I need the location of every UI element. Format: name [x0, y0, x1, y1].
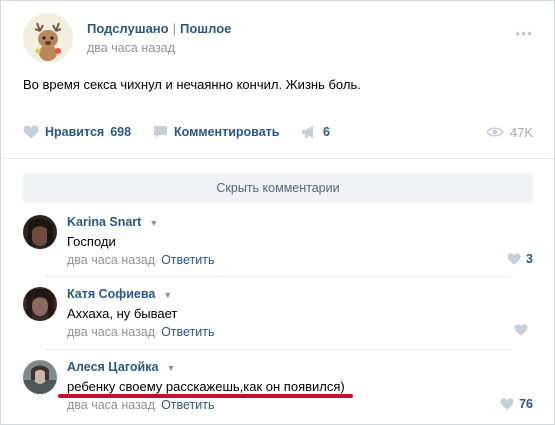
user-photo-icon [23, 287, 57, 321]
post-header: Подслушано | Пошлое два часа назад ••• [23, 13, 533, 63]
post-text: Во время секса чихнул и нечаянно кончил.… [23, 77, 361, 92]
megaphone-icon [302, 126, 313, 138]
heart-icon [514, 324, 528, 336]
comment-button[interactable]: Комментировать [153, 122, 279, 142]
group-separator: | [172, 21, 176, 36]
caret-down-icon[interactable]: ▼ [149, 218, 158, 228]
user-photo-icon [23, 215, 57, 249]
comment-time[interactable]: два часа назад [67, 253, 155, 267]
comment-like-button[interactable]: 3 [507, 252, 533, 266]
post-card: Подслушано | Пошлое два часа назад ••• Во … [0, 0, 555, 425]
heart-icon [500, 398, 514, 410]
comment-author-name[interactable]: Karina Snart [67, 215, 141, 229]
like-button[interactable]: Нравится 698 [23, 122, 131, 142]
comment-label: Комментировать [174, 125, 280, 139]
comment-like-button[interactable] [514, 324, 533, 336]
comment-like-count: 76 [519, 397, 533, 411]
views-count: 47K [509, 124, 533, 140]
comment-like-button[interactable]: 76 [500, 397, 533, 411]
comment-like-count: 3 [526, 252, 533, 266]
share-count: 6 [323, 125, 330, 139]
reply-link[interactable]: Ответить [161, 253, 214, 267]
comment-author-name[interactable]: Катя Софиева [67, 287, 155, 301]
comment-author-name[interactable]: Алеся Цагойка [67, 360, 158, 374]
eye-icon [485, 127, 504, 137]
group-title[interactable]: Подслушано [87, 21, 169, 36]
comment-divider [45, 349, 511, 350]
post-time[interactable]: два часа назад [87, 41, 175, 55]
divider [1, 158, 554, 159]
comment-time[interactable]: два часа назад [67, 325, 155, 339]
caret-down-icon[interactable]: ▼ [163, 290, 172, 300]
comment-text: Аххаха, ну бывает [67, 306, 178, 321]
avatar[interactable] [23, 360, 57, 394]
views-counter: 47K [485, 122, 533, 142]
hide-comments-button[interactable]: Скрыть комментарии [23, 173, 533, 203]
post-actions: Нравится 698 Комментировать 6 47K [23, 122, 533, 142]
avatar[interactable] [23, 215, 57, 249]
avatar[interactable] [23, 287, 57, 321]
comment-author[interactable]: Алеся Цагойка ▼ [67, 360, 175, 374]
comment-author[interactable]: Катя Софиева ▼ [67, 287, 172, 301]
comment-text: ребенку своему расскажешь,как он появилс… [67, 379, 345, 394]
comment-divider [45, 276, 511, 277]
red-highlight-underline [58, 394, 353, 398]
comment-time[interactable]: два часа назад [67, 398, 155, 412]
like-count: 698 [110, 125, 132, 139]
heart-icon [23, 125, 39, 139]
comment-item: Алеся Цагойка ▼ ребенку своему расскажешь… [23, 360, 533, 420]
user-photo-icon [23, 360, 57, 394]
heart-icon [507, 253, 521, 265]
caret-down-icon[interactable]: ▼ [166, 363, 175, 373]
group-subtitle[interactable]: Пошлое [180, 21, 231, 36]
comment-item: Karina Snart ▼ Господи два часа назад Отве… [23, 215, 533, 275]
comment-icon [154, 126, 167, 138]
like-label: Нравится [45, 125, 105, 139]
group-name[interactable]: Подслушано | Пошлое [87, 21, 231, 36]
group-avatar[interactable] [23, 13, 73, 63]
comment-meta: два часа назад Ответить [67, 253, 215, 267]
more-options-icon[interactable]: ••• [515, 25, 533, 41]
comment-meta: два часа назад Ответить [67, 325, 215, 339]
share-button[interactable]: 6 [301, 122, 330, 142]
reply-link[interactable]: Ответить [161, 398, 214, 412]
comment-text: Господи [67, 234, 116, 249]
comment-author[interactable]: Karina Snart ▼ [67, 215, 158, 229]
deer-logo-icon [23, 13, 73, 63]
comment-item: Катя Софиева ▼ Аххаха, ну бывает два часа… [23, 287, 533, 347]
reply-link[interactable]: Ответить [161, 325, 214, 339]
comment-meta: два часа назад Ответить [67, 398, 215, 412]
